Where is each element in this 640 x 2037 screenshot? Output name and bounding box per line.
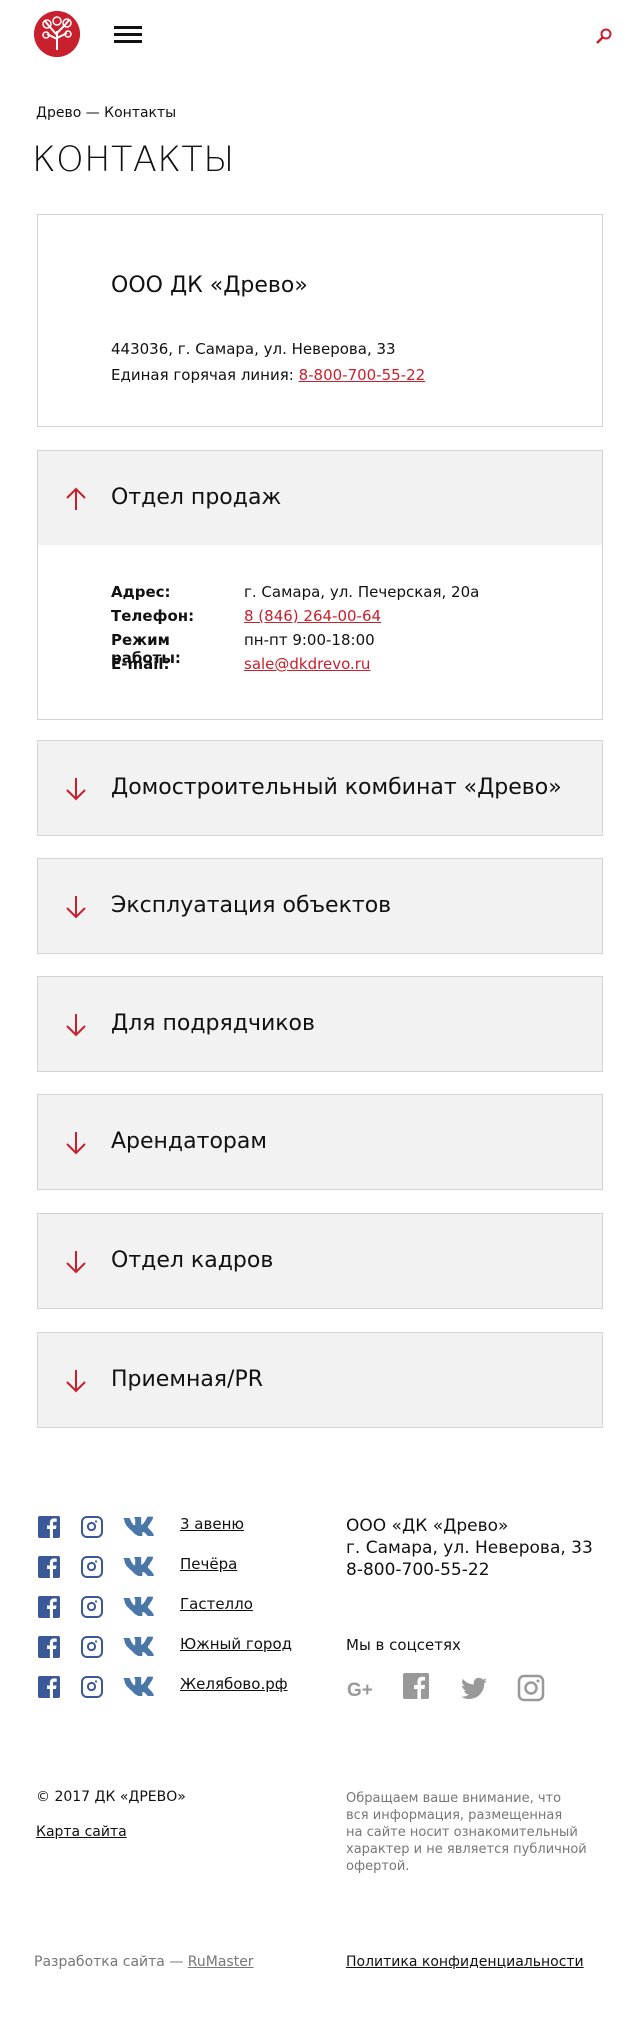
instagram-icon[interactable] bbox=[517, 1674, 545, 1702]
sitemap-link[interactable]: Карта сайта bbox=[36, 1824, 127, 1840]
vk-icon[interactable] bbox=[121, 1674, 155, 1701]
arrow-up-icon bbox=[66, 487, 86, 510]
facebook-icon[interactable] bbox=[38, 1516, 60, 1538]
instagram-icon[interactable] bbox=[81, 1596, 103, 1618]
arrow-down-icon bbox=[66, 1014, 86, 1037]
instagram-icon[interactable] bbox=[81, 1516, 103, 1538]
project-link[interactable]: 3 авеню bbox=[180, 1515, 244, 1533]
notice-line: на сайте носит ознакомительный bbox=[346, 1825, 578, 1840]
section-title: Отдел кадров bbox=[111, 1248, 274, 1273]
footer-phone[interactable]: 8-800-700-55-22 bbox=[346, 1560, 490, 1580]
developer-label: Разработка сайта — bbox=[34, 1954, 188, 1970]
facebook-icon[interactable] bbox=[38, 1636, 60, 1658]
vk-icon[interactable] bbox=[121, 1594, 155, 1621]
section-title: Эксплуатация объектов bbox=[111, 893, 392, 918]
privacy-link[interactable]: Политика конфиденциальности bbox=[346, 1954, 584, 1970]
section-contractors[interactable]: Для подрядчиков bbox=[37, 976, 603, 1072]
breadcrumb[interactable]: Древо — Контакты bbox=[36, 105, 176, 121]
footer-address: г. Самара, ул. Неверова, 33 bbox=[346, 1538, 593, 1558]
notice-line: характер и не является публичной bbox=[346, 1842, 587, 1857]
arrow-down-icon bbox=[66, 778, 86, 801]
google-plus-icon[interactable]: G+ bbox=[346, 1675, 374, 1703]
section-tenants[interactable]: Арендаторам bbox=[37, 1094, 603, 1190]
project-link[interactable]: Южный город bbox=[180, 1635, 292, 1653]
section-hr[interactable]: Отдел кадров bbox=[37, 1213, 603, 1309]
email-label: E-mail: bbox=[111, 655, 170, 673]
developer-credit: Разработка сайта — RuMaster bbox=[34, 1954, 254, 1970]
hotline-label: Единая горячая линия: bbox=[111, 366, 299, 384]
developer-link[interactable]: RuMaster bbox=[188, 1954, 254, 1970]
notice-line: вся информация, размещенная bbox=[346, 1808, 563, 1823]
arrow-down-icon bbox=[66, 896, 86, 919]
phone-label: Телефон: bbox=[111, 607, 195, 625]
arrow-down-icon bbox=[66, 1132, 86, 1155]
section-sales-header[interactable]: Отдел продаж bbox=[37, 450, 603, 546]
section-title: Арендаторам bbox=[111, 1129, 267, 1154]
copyright: © 2017 ДК «ДРЕВО» bbox=[36, 1789, 186, 1805]
sales-phone-link[interactable]: 8 (846) 264-00-64 bbox=[244, 607, 381, 625]
section-operations[interactable]: Эксплуатация объектов bbox=[37, 858, 603, 954]
section-title: Приемная/PR bbox=[111, 1367, 264, 1392]
vk-icon[interactable] bbox=[121, 1634, 155, 1661]
section-dsk[interactable]: Домостроительный комбинат «Древо» bbox=[37, 740, 603, 836]
instagram-icon[interactable] bbox=[81, 1556, 103, 1578]
section-reception[interactable]: Приемная/PR bbox=[37, 1332, 603, 1428]
sales-address: г. Самара, ул. Печерская, 20а bbox=[244, 583, 480, 601]
arrow-down-icon bbox=[66, 1251, 86, 1274]
arrow-down-icon bbox=[66, 1370, 86, 1393]
company-card: ООО ДК «Древо» 443036, г. Самара, ул. Не… bbox=[37, 214, 603, 427]
facebook-icon[interactable] bbox=[38, 1676, 60, 1698]
facebook-icon[interactable] bbox=[38, 1596, 60, 1618]
notice-line: офертой. bbox=[346, 1859, 410, 1874]
section-title: Отдел продаж bbox=[111, 485, 282, 510]
svg-text:G+: G+ bbox=[347, 1680, 373, 1701]
instagram-icon[interactable] bbox=[81, 1636, 103, 1658]
hamburger-icon[interactable] bbox=[114, 26, 142, 44]
vk-icon[interactable] bbox=[121, 1554, 155, 1581]
legal-notice: Обращаем ваше внимание, что вся информац… bbox=[346, 1790, 587, 1875]
twitter-icon[interactable] bbox=[460, 1675, 488, 1703]
hotline-line: Единая горячая линия: 8-800-700-55-22 bbox=[111, 366, 425, 384]
footer-company: ООО «ДК «Древо» bbox=[346, 1516, 509, 1536]
facebook-icon[interactable] bbox=[403, 1673, 431, 1701]
search-icon[interactable] bbox=[596, 28, 612, 44]
logo[interactable] bbox=[34, 11, 80, 57]
page-title: КОНТАКТЫ bbox=[32, 140, 235, 180]
facebook-icon[interactable] bbox=[38, 1556, 60, 1578]
address-label: Адрес: bbox=[111, 583, 171, 601]
project-link[interactable]: Гастелло bbox=[180, 1595, 253, 1613]
project-link[interactable]: Желябово.рф bbox=[180, 1675, 288, 1693]
section-title: Для подрядчиков bbox=[111, 1011, 315, 1036]
vk-icon[interactable] bbox=[121, 1514, 155, 1541]
section-title: Домостроительный комбинат «Древо» bbox=[111, 775, 562, 800]
project-link[interactable]: Печёра bbox=[180, 1555, 237, 1573]
notice-line: Обращаем ваше внимание, что bbox=[346, 1791, 562, 1806]
hotline-link[interactable]: 8-800-700-55-22 bbox=[299, 366, 426, 384]
section-sales-body: Адрес: г. Самара, ул. Печерская, 20а Теле… bbox=[37, 545, 603, 720]
company-address: 443036, г. Самара, ул. Неверова, 33 bbox=[111, 340, 396, 358]
social-title: Мы в соцсетях bbox=[346, 1636, 461, 1654]
instagram-icon[interactable] bbox=[81, 1676, 103, 1698]
sales-email-link[interactable]: sale@dkdrevo.ru bbox=[244, 655, 370, 673]
company-name: ООО ДК «Древо» bbox=[111, 273, 308, 298]
